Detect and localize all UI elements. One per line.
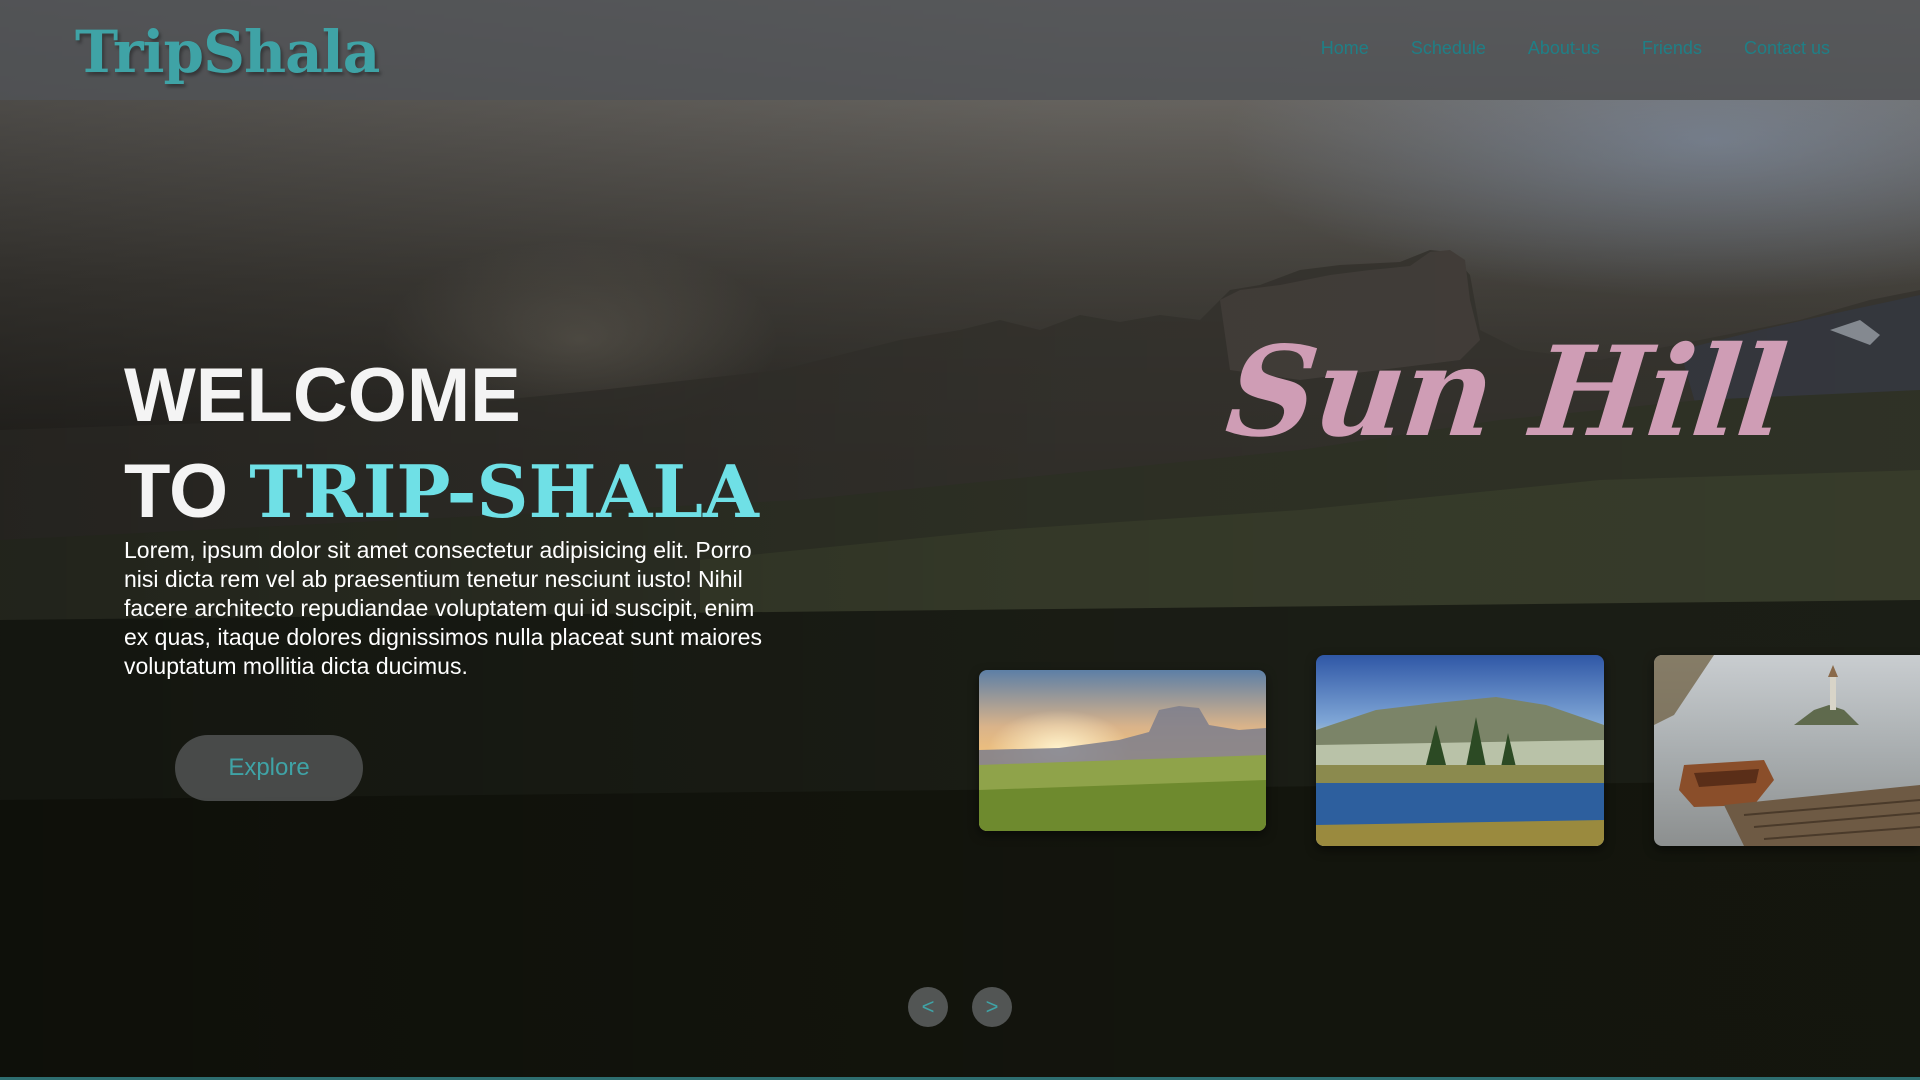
to-word: TO: [124, 449, 229, 534]
sunrise-meadow-image: [979, 670, 1266, 831]
nav-schedule-link[interactable]: Schedule: [1411, 38, 1486, 59]
hero-description: Lorem, ipsum dolor sit amet consectetur …: [124, 537, 762, 679]
carousel-card-sunrise[interactable]: [979, 670, 1266, 831]
carousel-prev-button[interactable]: <: [908, 987, 948, 1027]
hero-brand-name: TRIP-SHALA: [249, 449, 759, 534]
carousel-card-island[interactable]: [1654, 655, 1920, 846]
hero-heading: WELCOME TO TRIP-SHALA: [124, 348, 759, 540]
top-navbar: TripShala Home Schedule About-us Friends…: [0, 0, 1920, 100]
page: TripShala Home Schedule About-us Friends…: [0, 0, 1920, 1080]
nav-friends-link[interactable]: Friends: [1642, 38, 1702, 59]
nav-about-link[interactable]: About-us: [1528, 38, 1600, 59]
mountain-lake-image: [1316, 655, 1604, 846]
carousel-next-button[interactable]: >: [972, 987, 1012, 1027]
welcome-line: WELCOME: [124, 353, 521, 438]
nav-home-link[interactable]: Home: [1321, 38, 1369, 59]
slide-title: Sun Hill: [1220, 320, 1792, 465]
lake-island-boat-image: [1654, 655, 1920, 846]
main-nav: Home Schedule About-us Friends Contact u…: [1321, 38, 1830, 59]
nav-contact-link[interactable]: Contact us: [1744, 38, 1830, 59]
explore-button[interactable]: Explore: [175, 735, 363, 801]
carousel-card-lake[interactable]: [1316, 655, 1604, 846]
site-logo[interactable]: TripShala: [75, 18, 380, 86]
